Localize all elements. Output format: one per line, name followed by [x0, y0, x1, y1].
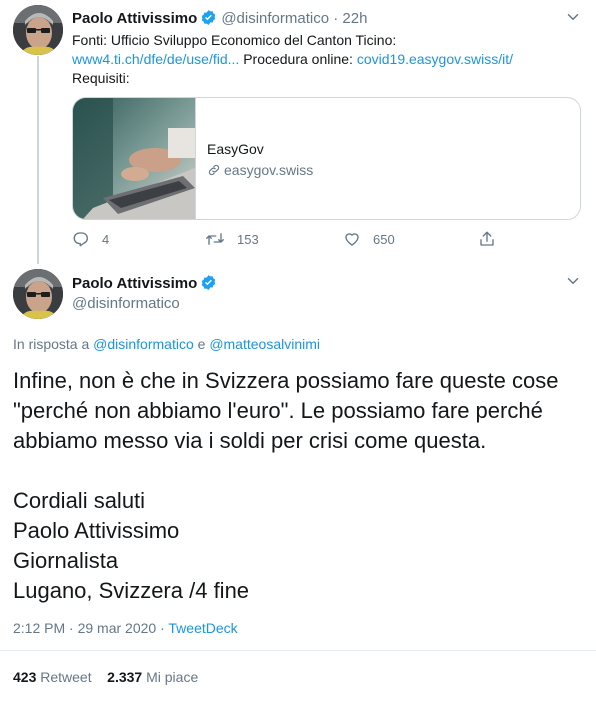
avatar[interactable] — [13, 269, 63, 319]
card-url: easygov.swiss — [207, 162, 313, 178]
reply-action[interactable]: 4 — [72, 230, 109, 248]
avatar-image-icon — [13, 5, 63, 55]
meta-separator: · — [160, 620, 165, 636]
laptop-typing-image-icon — [73, 98, 195, 219]
tweet-timestamp[interactable]: 2:12 PM · 29 mar 2020 — [13, 620, 156, 636]
retweet-count: 153 — [237, 231, 259, 247]
chevron-down-icon[interactable] — [564, 272, 582, 290]
tweet-text: Infine, non è che in Svizzera possiamo f… — [13, 368, 559, 603]
card-title: EasyGov — [207, 141, 264, 157]
retweet-total: 423 — [13, 669, 37, 685]
link-preview-card[interactable]: EasyGov easygov.swiss — [72, 97, 581, 220]
retweet-label: Retweet — [40, 669, 92, 685]
reply-and: e — [197, 336, 206, 352]
share-action[interactable] — [478, 230, 508, 248]
procedura-label: Procedura online: — [243, 51, 353, 67]
reply-mention-2[interactable]: @matteosalvinimi — [209, 336, 320, 352]
share-icon — [480, 231, 494, 246]
tweet-text: Fonti: Ufficio Sviluppo Economico del Ca… — [72, 31, 577, 88]
retweet-icon — [206, 233, 224, 245]
tweet-header: Paolo Attivissimo @disinformatico · 22h — [72, 9, 367, 29]
verified-badge-icon — [202, 275, 216, 290]
link-icon — [208, 164, 220, 176]
retweet-action[interactable]: 153 — [205, 230, 259, 248]
link-ti-ch[interactable]: www4.ti.ch/dfe/de/use/fid... — [72, 51, 239, 67]
tweet-time[interactable]: 22h — [342, 10, 367, 27]
like-action[interactable]: 650 — [343, 230, 395, 248]
like-label: Mi piace — [146, 669, 199, 685]
reply-count: 4 — [102, 231, 110, 247]
reply-icon — [73, 232, 88, 247]
author-name[interactable]: Paolo Attivissimo — [72, 10, 197, 27]
link-easygov[interactable]: covid19.easygov.swiss/it/ — [357, 51, 513, 67]
tweet-parent[interactable]: Paolo Attivissimo @disinformatico · 22h F… — [0, 0, 596, 264]
requisiti-line: Requisiti: — [72, 70, 130, 86]
tweet-stats: 423 Retweet 2.337 Mi piace — [13, 669, 198, 685]
like-total: 2.337 — [107, 669, 143, 685]
divider — [0, 650, 596, 651]
links-line: www4.ti.ch/dfe/de/use/fid... Procedura o… — [72, 50, 577, 69]
reply-context: In risposta a @disinformatico e @matteos… — [13, 336, 320, 352]
author-handle[interactable]: @disinformatico — [72, 294, 180, 314]
retweet-stat[interactable]: 423 Retweet — [13, 669, 92, 685]
tweet-actions: 4 153 650 — [72, 230, 502, 252]
verified-badge-icon — [202, 10, 216, 25]
like-count: 650 — [373, 231, 395, 247]
author-handle[interactable]: @disinformatico — [221, 10, 329, 27]
sources-line: Fonti: Ufficio Sviluppo Economico del Ca… — [72, 32, 397, 48]
author-name-row: Paolo Attivissimo — [72, 274, 221, 294]
like-stat[interactable]: 2.337 Mi piace — [107, 669, 198, 685]
card-thumbnail — [73, 98, 196, 219]
tweet-main: Paolo Attivissimo @disinformatico In ris… — [0, 264, 596, 702]
tweet-source[interactable]: TweetDeck — [168, 620, 237, 636]
reply-prefix: In risposta a — [13, 336, 90, 352]
tweet-meta: 2:12 PM · 29 mar 2020 · TweetDeck — [13, 620, 238, 636]
card-url-text: easygov.swiss — [224, 162, 314, 178]
thread-connector-line — [37, 56, 39, 264]
reply-mention-1[interactable]: @disinformatico — [93, 336, 194, 352]
chevron-down-icon[interactable] — [564, 8, 582, 26]
heart-icon — [345, 233, 359, 246]
avatar-image-icon — [13, 269, 63, 319]
avatar[interactable] — [13, 5, 63, 55]
author-name[interactable]: Paolo Attivissimo — [72, 275, 197, 292]
meta-separator: · — [333, 10, 339, 27]
